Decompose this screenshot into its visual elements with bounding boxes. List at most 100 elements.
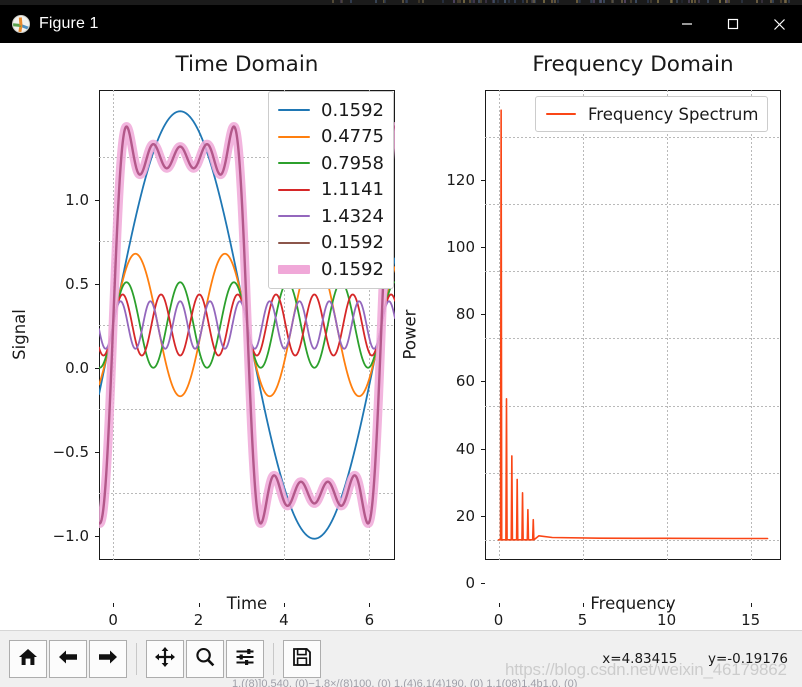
home-button[interactable] [9,640,47,678]
close-button[interactable] [756,5,802,43]
matplotlib-icon [12,15,30,33]
y-tick-label: 0.0 [37,359,89,377]
coordinate-x: x=4.83415 [602,651,677,667]
y-tick [481,247,485,248]
figure-canvas[interactable]: Time Domain 0.1592 0.4775 0.7958 1.1141 1.43… [0,43,802,630]
legend-label: 0.7958 [321,153,384,174]
back-button[interactable] [49,640,87,678]
y-tick-label: −0.5 [37,443,89,461]
toolbar-separator-2 [273,643,274,675]
coordinate-y: y=-0.19176 [708,651,788,667]
legend-label: 0.1592 [321,259,384,280]
legend-label: Frequency Spectrum [588,105,758,124]
time-domain-xlabel: Time [99,594,395,613]
legend-swatch [277,215,311,217]
pan-button[interactable] [146,640,184,678]
y-tick-label: 1.0 [37,191,89,209]
toolbar-group-tools [145,640,265,678]
frequency-domain-legend[interactable]: Frequency Spectrum [535,96,768,132]
y-tick [95,536,99,537]
legend-entry: 0.1592 [277,230,384,257]
toolbar-group-save [282,640,322,678]
x-tick-label: 4 [279,611,289,629]
frequency-domain-xlabel: Frequency [485,594,781,613]
legend-entry: 0.1592 [277,256,384,283]
x-tick-label: 10 [657,611,676,629]
minimize-button[interactable] [664,5,710,43]
legend-entry: 1.1141 [277,177,384,204]
arrow-right-icon [97,646,119,672]
legend-entry: 0.7958 [277,150,384,177]
legend-entry: 0.4775 [277,124,384,151]
legend-label: 0.1592 [321,100,384,121]
legend-swatch [277,242,311,244]
x-tick-label: 0 [494,611,504,629]
maximize-button[interactable] [710,5,756,43]
figure-window: Figure 1 Time Domain 0.1592 0.4775 0.7958 1… [0,0,802,687]
legend-label: 0.1592 [321,232,384,253]
frequency-domain-axes[interactable]: Frequency Spectrum [485,90,781,560]
frequency-domain-plot [485,90,781,560]
legend-swatch [544,113,578,116]
y-tick [481,449,485,450]
legend-label: 0.4775 [321,126,384,147]
y-tick [95,452,99,453]
y-tick [95,284,99,285]
legend-swatch [277,162,311,164]
arrow-left-icon [57,646,79,672]
x-tick-label: 6 [365,611,375,629]
zoom-button[interactable] [186,640,224,678]
toolbar-group-navigation [8,640,128,678]
move-icon [154,646,176,672]
window-controls [664,5,802,43]
time-domain-legend[interactable]: 0.1592 0.4775 0.7958 1.1141 1.4324 0.1592 0.15… [268,91,394,289]
y-tick-label: 100 [423,238,475,256]
y-tick-label: 80 [423,305,475,323]
y-tick-label: −1.0 [37,527,89,545]
y-tick-label: 120 [423,171,475,189]
toolbar-separator-1 [136,643,137,675]
legend-swatch [277,136,311,138]
navigation-toolbar[interactable]: x=4.83415 y=-0.19176 [0,630,802,687]
time-domain-title: Time Domain [99,52,395,77]
y-tick [481,314,485,315]
frequency-domain-ylabel: Power [400,310,419,360]
y-tick [95,368,99,369]
legend-label: 1.4324 [321,206,384,227]
floppy-disk-icon [291,646,313,672]
x-tick-label: 0 [108,611,118,629]
y-tick [95,200,99,201]
x-tick-label: 15 [741,611,760,629]
time-domain-ylabel: Signal [10,309,29,360]
configure-subplots-button[interactable] [226,640,264,678]
save-button[interactable] [283,640,321,678]
coordinate-readout: x=4.83415 y=-0.19176 [602,651,788,667]
series-frequency-spectrum [498,110,767,540]
home-icon [17,646,39,672]
x-tick-label: 5 [578,611,588,629]
title-bar: Figure 1 [0,5,802,43]
y-tick-label: 0.5 [37,275,89,293]
x-tick-label: 2 [194,611,204,629]
y-tick-label: 20 [423,507,475,525]
y-tick [481,516,485,517]
legend-entry: Frequency Spectrum [544,102,758,126]
legend-swatch [277,189,311,191]
y-tick-label: 60 [423,372,475,390]
y-tick [481,583,485,584]
y-tick-label: 40 [423,440,475,458]
legend-label: 1.1141 [321,179,384,200]
window-title: Figure 1 [39,15,99,33]
y-tick [481,381,485,382]
legend-swatch [277,109,311,111]
legend-entry: 1.4324 [277,203,384,230]
y-tick-label: 0 [423,574,475,592]
legend-swatch [277,265,311,274]
frequency-domain-title: Frequency Domain [485,52,781,77]
forward-button[interactable] [89,640,127,678]
magnifier-icon [194,646,216,672]
time-domain-axes[interactable]: 0.1592 0.4775 0.7958 1.1141 1.4324 0.1592 0.15… [99,90,395,560]
y-tick [481,180,485,181]
sliders-icon [234,646,256,672]
legend-entry: 0.1592 [277,97,384,124]
